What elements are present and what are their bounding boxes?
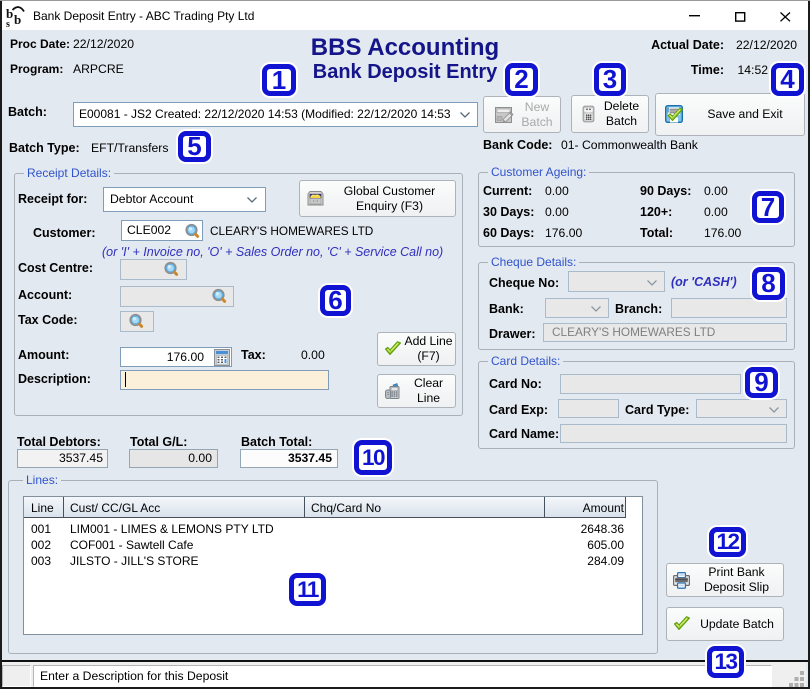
svg-text:b: b	[14, 12, 21, 27]
svg-text:s: s	[6, 19, 10, 28]
